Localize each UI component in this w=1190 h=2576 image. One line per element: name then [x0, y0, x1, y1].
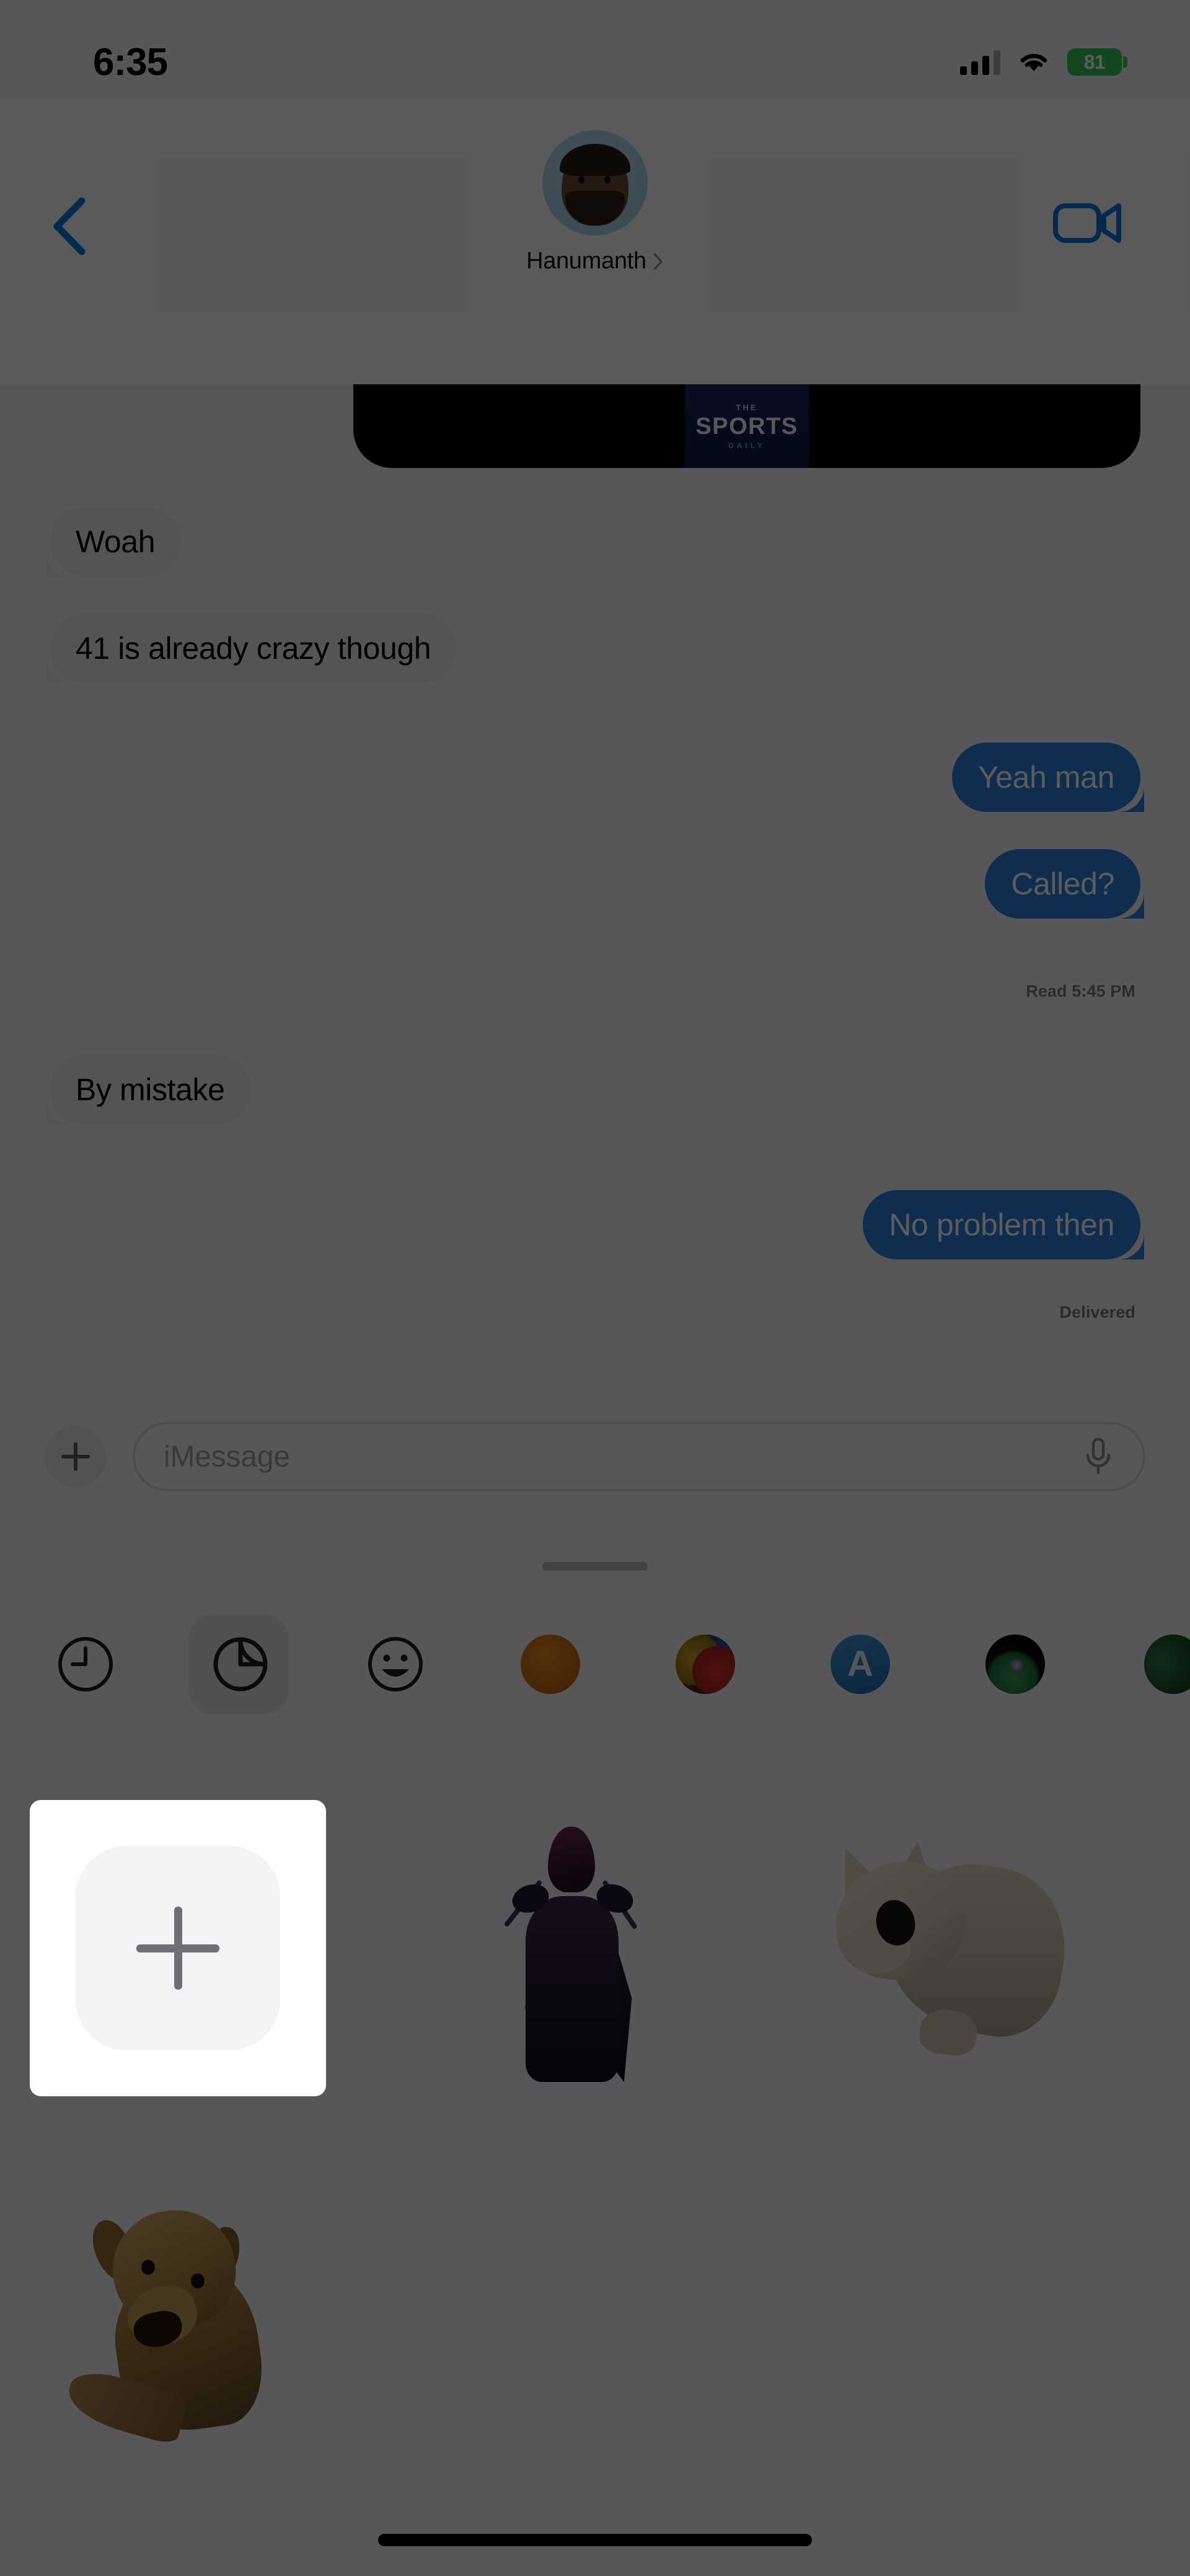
imessage-input[interactable]: iMessage	[133, 1422, 1145, 1491]
status-bar: 6:35 81	[0, 0, 1190, 99]
contact-name: Hanumanth	[526, 248, 646, 274]
orange-app-icon	[521, 1634, 580, 1694]
sports-daily-logo: THE SPORTS DAILY	[685, 384, 809, 468]
video-camera-icon	[1053, 203, 1121, 243]
video-call-button[interactable]	[1051, 192, 1125, 254]
add-sticker-button-highlight[interactable]	[30, 1800, 326, 2096]
battery-percentage: 81	[1083, 50, 1106, 73]
message-bubble-received[interactable]: By mistake	[50, 1055, 251, 1124]
conversation-header: Hanumanth	[0, 99, 1190, 384]
read-receipt: Read 5:45 PM	[1026, 982, 1135, 1000]
wifi-icon	[1020, 54, 1047, 71]
app-drawer-item-emoji[interactable]	[363, 1612, 518, 1717]
imessage-placeholder: iMessage	[164, 1440, 290, 1473]
dark-armored-character-sticker	[482, 1815, 668, 2082]
dark-app-icon	[985, 1634, 1045, 1694]
photos-app-icon	[676, 1634, 735, 1694]
microphone-icon[interactable]	[1082, 1437, 1114, 1476]
partial-app-icon	[1144, 1634, 1190, 1694]
contact-info-button[interactable]: Hanumanth	[526, 130, 664, 275]
app-drawer-item-stickers[interactable]	[188, 1612, 363, 1717]
message-bubble-received[interactable]: Woah	[50, 507, 182, 576]
contact-name-row: Hanumanth	[526, 248, 664, 275]
delivered-receipt: Delivered	[1059, 1303, 1135, 1321]
drawer-drag-handle[interactable]	[542, 1562, 648, 1571]
link-preview-bubble[interactable]: THE SPORTS DAILY	[353, 384, 1140, 468]
sticker-item[interactable]	[798, 1800, 1096, 2097]
status-bar-indicators: 81	[960, 48, 1127, 76]
app-store-icon: A	[831, 1634, 890, 1694]
avatar	[542, 130, 648, 236]
logo-tiny-text: THE	[736, 402, 758, 412]
app-drawer-item-app-store[interactable]: A	[828, 1612, 983, 1717]
cat-cutout-sticker	[818, 1838, 1078, 2058]
app-drawer-item-partial-app[interactable]	[1138, 1612, 1190, 1717]
sticker-peel-icon	[213, 1637, 268, 1692]
app-store-letter: A	[847, 1644, 873, 1684]
app-drawer-item-photos[interactable]	[673, 1612, 828, 1717]
app-drawer-item-dark-app[interactable]	[983, 1612, 1138, 1717]
smiley-icon	[368, 1637, 423, 1692]
message-bubble-sent[interactable]: Yeah man	[951, 743, 1140, 812]
add-attachment-button[interactable]	[45, 1426, 107, 1488]
message-thread: THE SPORTS DAILY Woah 41 is already craz…	[0, 384, 1190, 1376]
logo-sub-text: DAILY	[728, 441, 765, 450]
plus-icon	[76, 1846, 280, 2050]
home-indicator	[378, 2534, 812, 2546]
bubble-tail	[1104, 431, 1140, 468]
dog-cutout-sticker	[48, 2194, 309, 2446]
back-button[interactable]	[43, 192, 99, 260]
back-chevron-icon	[53, 197, 86, 255]
message-bubble-sent[interactable]: Called?	[985, 849, 1140, 919]
cellular-signal-icon	[960, 49, 1000, 75]
sticker-item[interactable]	[426, 1800, 724, 2097]
app-drawer-row: A	[0, 1612, 1190, 1717]
sticker-item[interactable]	[30, 2169, 327, 2467]
logo-main-text: SPORTS	[695, 413, 798, 439]
status-bar-time: 6:35	[93, 40, 168, 84]
message-bubble-received[interactable]: 41 is already crazy though	[50, 614, 457, 683]
battery-indicator: 81	[1067, 48, 1127, 76]
clock-icon	[58, 1637, 113, 1692]
app-drawer-item-orange-app[interactable]	[518, 1612, 673, 1717]
app-drawer-item-recents[interactable]	[53, 1612, 208, 1717]
phone-screen: 6:35 81 Hanumanth THE SPORTS DAILY Woah …	[0, 0, 1190, 2576]
chevron-right-icon	[653, 253, 663, 270]
message-bubble-sent[interactable]: No problem then	[863, 1190, 1140, 1259]
message-input-bar: iMessage	[0, 1395, 1190, 1519]
